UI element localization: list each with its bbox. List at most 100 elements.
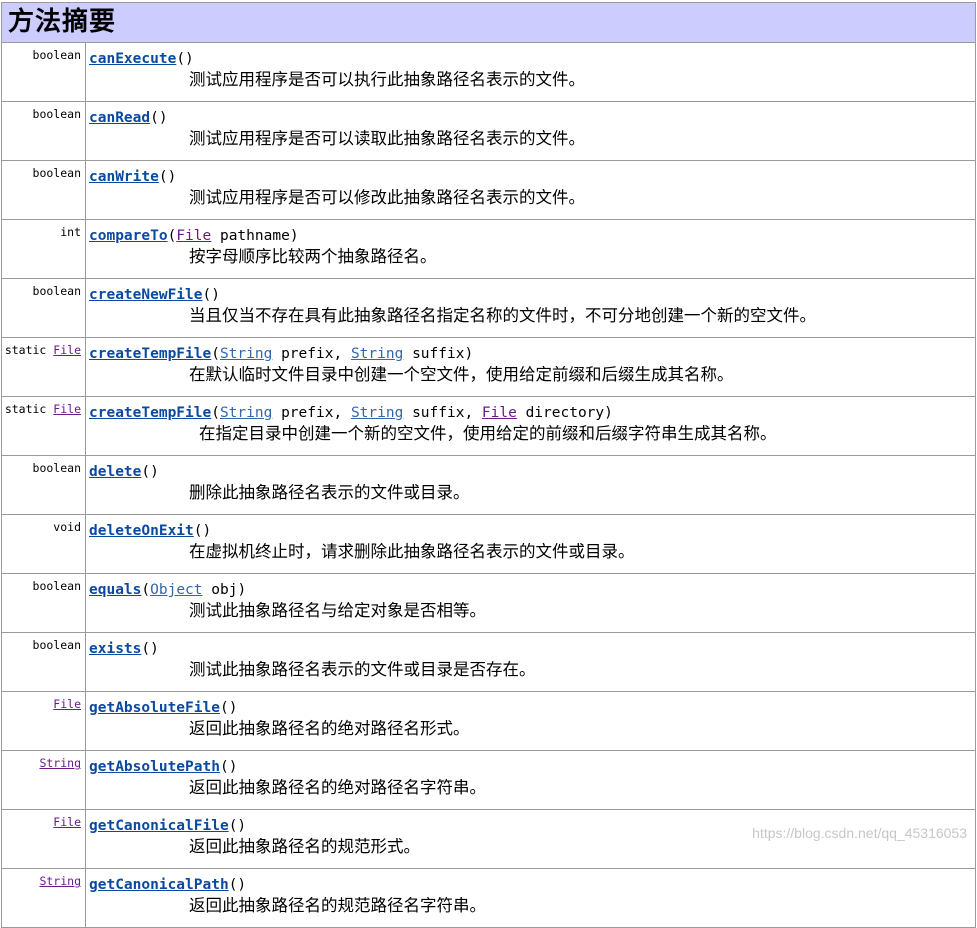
method-name-link[interactable]: exists — [89, 641, 141, 657]
method-signature: equals(Object obj) — [89, 582, 247, 598]
method-row-create-temp-file: static File createTempFile(String prefix,… — [1, 396, 976, 456]
method-description: 返回此抽象路径名的绝对路径名字符串。 — [189, 778, 486, 797]
method-signature: canWrite() — [89, 169, 177, 185]
method-description: 在虚拟机终止时，请求删除此抽象路径名表示的文件或目录。 — [189, 542, 635, 561]
method-name-link[interactable]: deleteOnExit — [89, 523, 194, 539]
method-name-link[interactable]: delete — [89, 464, 141, 480]
method-row-equals: boolean equals(Object obj) 测试此抽象路径名与给定对象是否… — [1, 573, 976, 633]
method-description: 测试此抽象路径名表示的文件或目录是否存在。 — [189, 660, 536, 679]
method-signature: getAbsolutePath() — [89, 759, 238, 775]
param-name: pathname — [219, 228, 290, 244]
watermark: https://blog.csdn.net/qq_45316053 — [752, 825, 967, 841]
return-type-label: boolean — [32, 284, 81, 298]
param-name: suffix — [412, 405, 465, 421]
return-type-label: int — [60, 225, 81, 239]
return-type-label: boolean — [32, 579, 81, 593]
param-name: prefix — [281, 405, 334, 421]
return-type-label: boolean — [32, 48, 81, 62]
method-description: 删除此抽象路径名表示的文件或目录。 — [189, 483, 470, 502]
method-description: 当且仅当不存在具有此抽象路径名指定名称的文件时，不可分地创建一个新的空文件。 — [189, 306, 816, 325]
method-signature: getCanonicalPath() — [89, 877, 247, 893]
return-type-link[interactable]: String — [39, 874, 81, 888]
method-summary-table: 方法摘要 boolean canExecute() 测试应用程序是否可以执行此抽象路… — [1, 2, 976, 928]
method-signature: canExecute() — [89, 51, 194, 67]
method-name-link[interactable]: getAbsolutePath — [89, 759, 220, 775]
return-type-cell: String — [1, 868, 86, 928]
return-type-link[interactable]: File — [53, 402, 81, 416]
method-description: 按字母顺序比较两个抽象路径名。 — [189, 247, 437, 266]
return-type-cell: boolean — [1, 101, 86, 161]
method-name-link[interactable]: getCanonicalPath — [89, 877, 229, 893]
modifier-label: static — [4, 343, 47, 357]
method-row-compare-to: int compareTo(File pathname) 按字母顺序比较两个抽象路径… — [1, 219, 976, 279]
param-type-link[interactable]: String — [220, 346, 272, 362]
method-signature: delete() — [89, 464, 159, 480]
method-description: 返回此抽象路径名的绝对路径名形式。 — [189, 719, 470, 738]
param-name: suffix — [412, 346, 465, 362]
method-row-delete: boolean delete() 删除此抽象路径名表示的文件或目录。 — [1, 455, 976, 515]
method-name-link[interactable]: createTempFile — [89, 405, 211, 421]
method-signature: canRead() — [89, 110, 168, 126]
method-row-get-absolute-path: String getAbsolutePath() 返回此抽象路径名的绝对路径名字符串… — [1, 750, 976, 810]
method-name-link[interactable]: getAbsoluteFile — [89, 700, 220, 716]
method-name-link[interactable]: canExecute — [89, 51, 176, 67]
return-type-cell: boolean — [1, 573, 86, 633]
method-detail-cell: getAbsolutePath() 返回此抽象路径名的绝对路径名字符串。 — [85, 750, 976, 810]
param-type-link[interactable]: Object — [150, 582, 202, 598]
method-signature: createTempFile(String prefix, String suf… — [89, 405, 613, 421]
method-detail-cell: createNewFile() 当且仅当不存在具有此抽象路径名指定名称的文件时，不… — [85, 278, 976, 338]
method-row-can-execute: boolean canExecute() 测试应用程序是否可以执行此抽象路径名表示的… — [1, 42, 976, 102]
return-type-cell: boolean — [1, 160, 86, 220]
method-row-exists: boolean exists() 测试此抽象路径名表示的文件或目录是否存在。 — [1, 632, 976, 692]
return-type-link[interactable]: String — [39, 756, 81, 770]
method-signature: exists() — [89, 641, 159, 657]
return-type-link[interactable]: File — [53, 343, 81, 357]
return-type-label: boolean — [32, 107, 81, 121]
method-name-link[interactable]: canWrite — [89, 169, 159, 185]
method-detail-cell: createTempFile(String prefix, String suf… — [85, 396, 976, 456]
method-detail-cell: deleteOnExit() 在虚拟机终止时，请求删除此抽象路径名表示的文件或目录… — [85, 514, 976, 574]
method-detail-cell: canWrite() 测试应用程序是否可以修改此抽象路径名表示的文件。 — [85, 160, 976, 220]
method-name-link[interactable]: createTempFile — [89, 346, 211, 362]
method-description: 测试应用程序是否可以执行此抽象路径名表示的文件。 — [189, 70, 585, 89]
method-name-link[interactable]: equals — [89, 582, 141, 598]
method-row-get-absolute-file: File getAbsoluteFile() 返回此抽象路径名的绝对路径名形式。 — [1, 691, 976, 751]
return-type-link[interactable]: File — [53, 815, 81, 829]
method-name-link[interactable]: compareTo — [89, 228, 168, 244]
method-row-delete-on-exit: void deleteOnExit() 在虚拟机终止时，请求删除此抽象路径名表示的文… — [1, 514, 976, 574]
return-type-cell: static File — [1, 337, 86, 397]
return-type-cell: int — [1, 219, 86, 279]
return-type-cell: boolean — [1, 278, 86, 338]
param-name: prefix — [281, 346, 334, 362]
method-detail-cell: createTempFile(String prefix, String suf… — [85, 337, 976, 397]
return-type-cell: String — [1, 750, 86, 810]
method-signature: compareTo(File pathname) — [89, 228, 299, 244]
method-description: 测试应用程序是否可以修改此抽象路径名表示的文件。 — [189, 188, 585, 207]
method-name-link[interactable]: getCanonicalFile — [89, 818, 229, 834]
return-type-cell: boolean — [1, 455, 86, 515]
method-row-create-temp-file: static File createTempFile(String prefix,… — [1, 337, 976, 397]
method-detail-cell: exists() 测试此抽象路径名表示的文件或目录是否存在。 — [85, 632, 976, 692]
param-type-link[interactable]: String — [220, 405, 272, 421]
return-type-link[interactable]: File — [53, 697, 81, 711]
method-description: 在默认临时文件目录中创建一个空文件，使用给定前缀和后缀生成其名称。 — [189, 365, 734, 384]
method-detail-cell: getAbsoluteFile() 返回此抽象路径名的绝对路径名形式。 — [85, 691, 976, 751]
method-signature: getAbsoluteFile() — [89, 700, 238, 716]
return-type-cell: boolean — [1, 632, 86, 692]
param-type-link[interactable]: File — [176, 228, 211, 244]
param-type-link[interactable]: String — [351, 346, 403, 362]
return-type-label: boolean — [32, 166, 81, 180]
modifier-label: static — [4, 402, 47, 416]
method-name-link[interactable]: createNewFile — [89, 287, 203, 303]
return-type-label: boolean — [32, 638, 81, 652]
param-name: obj — [211, 582, 238, 598]
return-type-label: boolean — [32, 461, 81, 475]
param-type-link[interactable]: String — [351, 405, 403, 421]
return-type-cell: boolean — [1, 42, 86, 102]
return-type-cell: File — [1, 809, 86, 869]
param-type-link[interactable]: File — [482, 405, 517, 421]
return-type-cell: File — [1, 691, 86, 751]
method-name-link[interactable]: canRead — [89, 110, 150, 126]
method-detail-cell: compareTo(File pathname) 按字母顺序比较两个抽象路径名。 — [85, 219, 976, 279]
method-row-create-new-file: boolean createNewFile() 当且仅当不存在具有此抽象路径名指定名… — [1, 278, 976, 338]
